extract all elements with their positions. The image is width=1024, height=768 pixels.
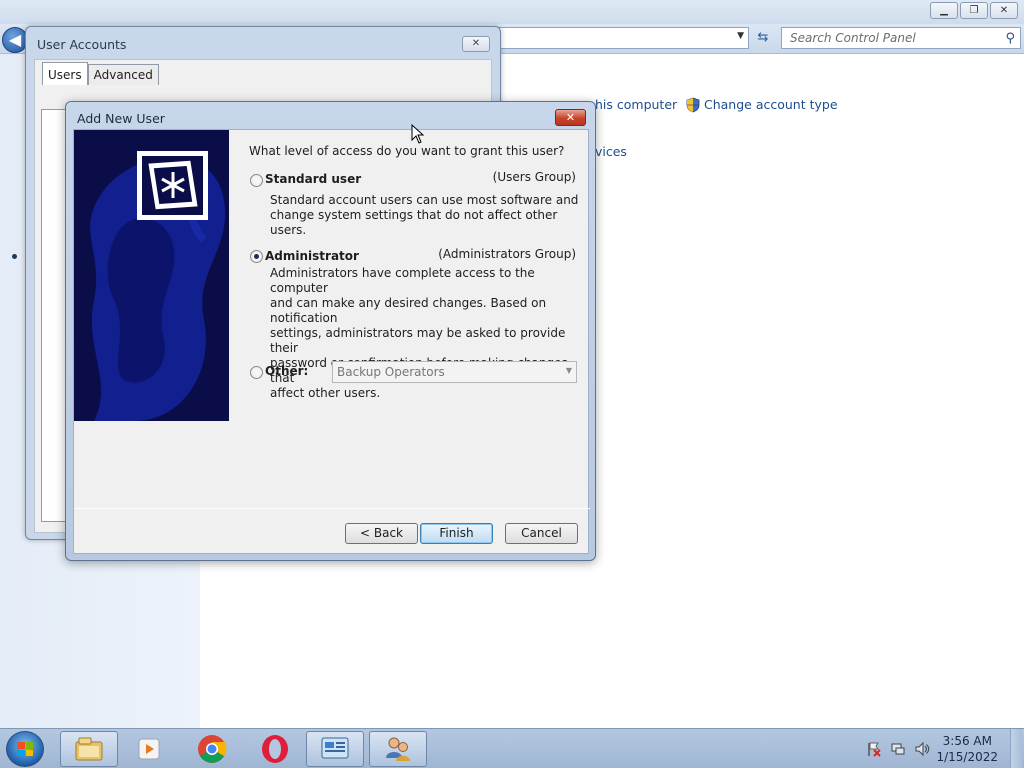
dropdown-selected-value: Backup Operators bbox=[337, 365, 445, 379]
bullet-icon bbox=[12, 254, 17, 259]
administrator-group: (Administrators Group) bbox=[438, 247, 576, 261]
description-line: change system settings that do not affec… bbox=[270, 208, 558, 237]
description-line: Standard account users can use most soft… bbox=[270, 193, 579, 207]
description-line: and can make any desired changes. Based … bbox=[270, 296, 547, 325]
control-panel-titlebar: ▁ ❐ ✕ bbox=[0, 0, 1024, 24]
dialog-close-button[interactable]: ✕ bbox=[555, 109, 586, 126]
system-tray: 3:56 AM 1/15/2022 bbox=[862, 729, 1022, 768]
tab-users[interactable]: Users bbox=[42, 62, 88, 85]
taskbar: 3:56 AM 1/15/2022 bbox=[0, 728, 1024, 768]
taskbar-media-player[interactable] bbox=[120, 731, 178, 767]
chevron-down-icon[interactable]: ▼ bbox=[566, 366, 572, 375]
user-accounts-close-button[interactable]: ✕ bbox=[462, 36, 490, 52]
services-link[interactable]: vices bbox=[595, 144, 627, 159]
clock-time[interactable]: 3:56 AM bbox=[943, 734, 992, 748]
volume-icon[interactable] bbox=[914, 741, 930, 757]
chevron-down-icon[interactable]: ▼ bbox=[737, 31, 744, 41]
change-account-type-link[interactable]: Change account type bbox=[704, 97, 838, 112]
description-line: affect other users. bbox=[270, 386, 381, 400]
search-placeholder: Search Control Panel bbox=[790, 31, 916, 45]
standard-user-radio[interactable] bbox=[250, 174, 263, 187]
tab-advanced[interactable]: Advanced bbox=[87, 64, 159, 85]
uac-shield-icon bbox=[686, 97, 700, 113]
opera-icon bbox=[262, 735, 288, 763]
manage-computer-link[interactable]: his computer bbox=[595, 97, 677, 112]
taskbar-user-accounts[interactable] bbox=[369, 731, 427, 767]
standard-user-group: (Users Group) bbox=[492, 170, 576, 184]
description-line: Administrators have complete access to t… bbox=[270, 266, 535, 295]
maximize-button[interactable]: ❐ bbox=[960, 2, 988, 19]
control-panel-icon bbox=[321, 737, 349, 759]
show-desktop-button[interactable] bbox=[1010, 729, 1022, 768]
taskbar-windows-explorer[interactable] bbox=[60, 731, 118, 767]
standard-user-description: Standard account users can use most soft… bbox=[270, 193, 580, 238]
taskbar-control-panel[interactable] bbox=[306, 731, 364, 767]
start-button[interactable] bbox=[6, 731, 44, 767]
search-icon[interactable]: ⚲ bbox=[1005, 31, 1015, 46]
finish-button[interactable]: Finish bbox=[420, 523, 493, 544]
user-accounts-title: User Accounts bbox=[37, 37, 127, 52]
mouse-cursor-icon bbox=[411, 124, 425, 144]
search-input[interactable]: Search Control Panel ⚲ bbox=[781, 27, 1021, 49]
folder-icon bbox=[75, 737, 103, 761]
other-group-dropdown[interactable]: Backup Operators ▼ bbox=[332, 361, 577, 383]
button-separator bbox=[74, 508, 590, 509]
back-button[interactable]: < Back bbox=[345, 523, 418, 544]
minimize-button[interactable]: ▁ bbox=[930, 2, 958, 19]
administrator-label[interactable]: Administrator bbox=[265, 249, 359, 263]
standard-user-label[interactable]: Standard user bbox=[265, 172, 361, 186]
close-button[interactable]: ✕ bbox=[990, 2, 1018, 19]
action-center-flag-icon[interactable] bbox=[866, 741, 882, 757]
other-label[interactable]: Other: bbox=[265, 364, 308, 378]
users-icon bbox=[386, 737, 410, 761]
address-bar[interactable]: ▼ bbox=[497, 27, 749, 49]
wizard-banner-image bbox=[74, 130, 229, 421]
network-icon[interactable] bbox=[890, 741, 906, 757]
administrator-radio[interactable] bbox=[250, 250, 263, 263]
window-controls: ▁ ❐ ✕ bbox=[930, 2, 1018, 19]
cancel-button[interactable]: Cancel bbox=[505, 523, 578, 544]
clock-date[interactable]: 1/15/2022 bbox=[936, 750, 998, 764]
taskbar-opera[interactable] bbox=[246, 731, 304, 767]
taskbar-chrome[interactable] bbox=[183, 731, 241, 767]
chrome-icon bbox=[198, 735, 227, 763]
dialog-title: Add New User bbox=[77, 111, 165, 126]
refresh-icon[interactable]: ⇆ bbox=[752, 27, 774, 49]
description-line: settings, administrators may be asked to… bbox=[270, 326, 566, 355]
user-accounts-tabs: Users Advanced bbox=[42, 62, 159, 85]
dialog-client-area: What level of access do you want to gran… bbox=[73, 129, 590, 554]
access-level-question: What level of access do you want to gran… bbox=[249, 144, 565, 158]
add-new-user-dialog: Add New User ✕ What level of access do y… bbox=[65, 101, 596, 561]
other-radio[interactable] bbox=[250, 366, 263, 379]
media-player-icon bbox=[138, 738, 160, 760]
windows-logo-icon bbox=[17, 742, 33, 756]
